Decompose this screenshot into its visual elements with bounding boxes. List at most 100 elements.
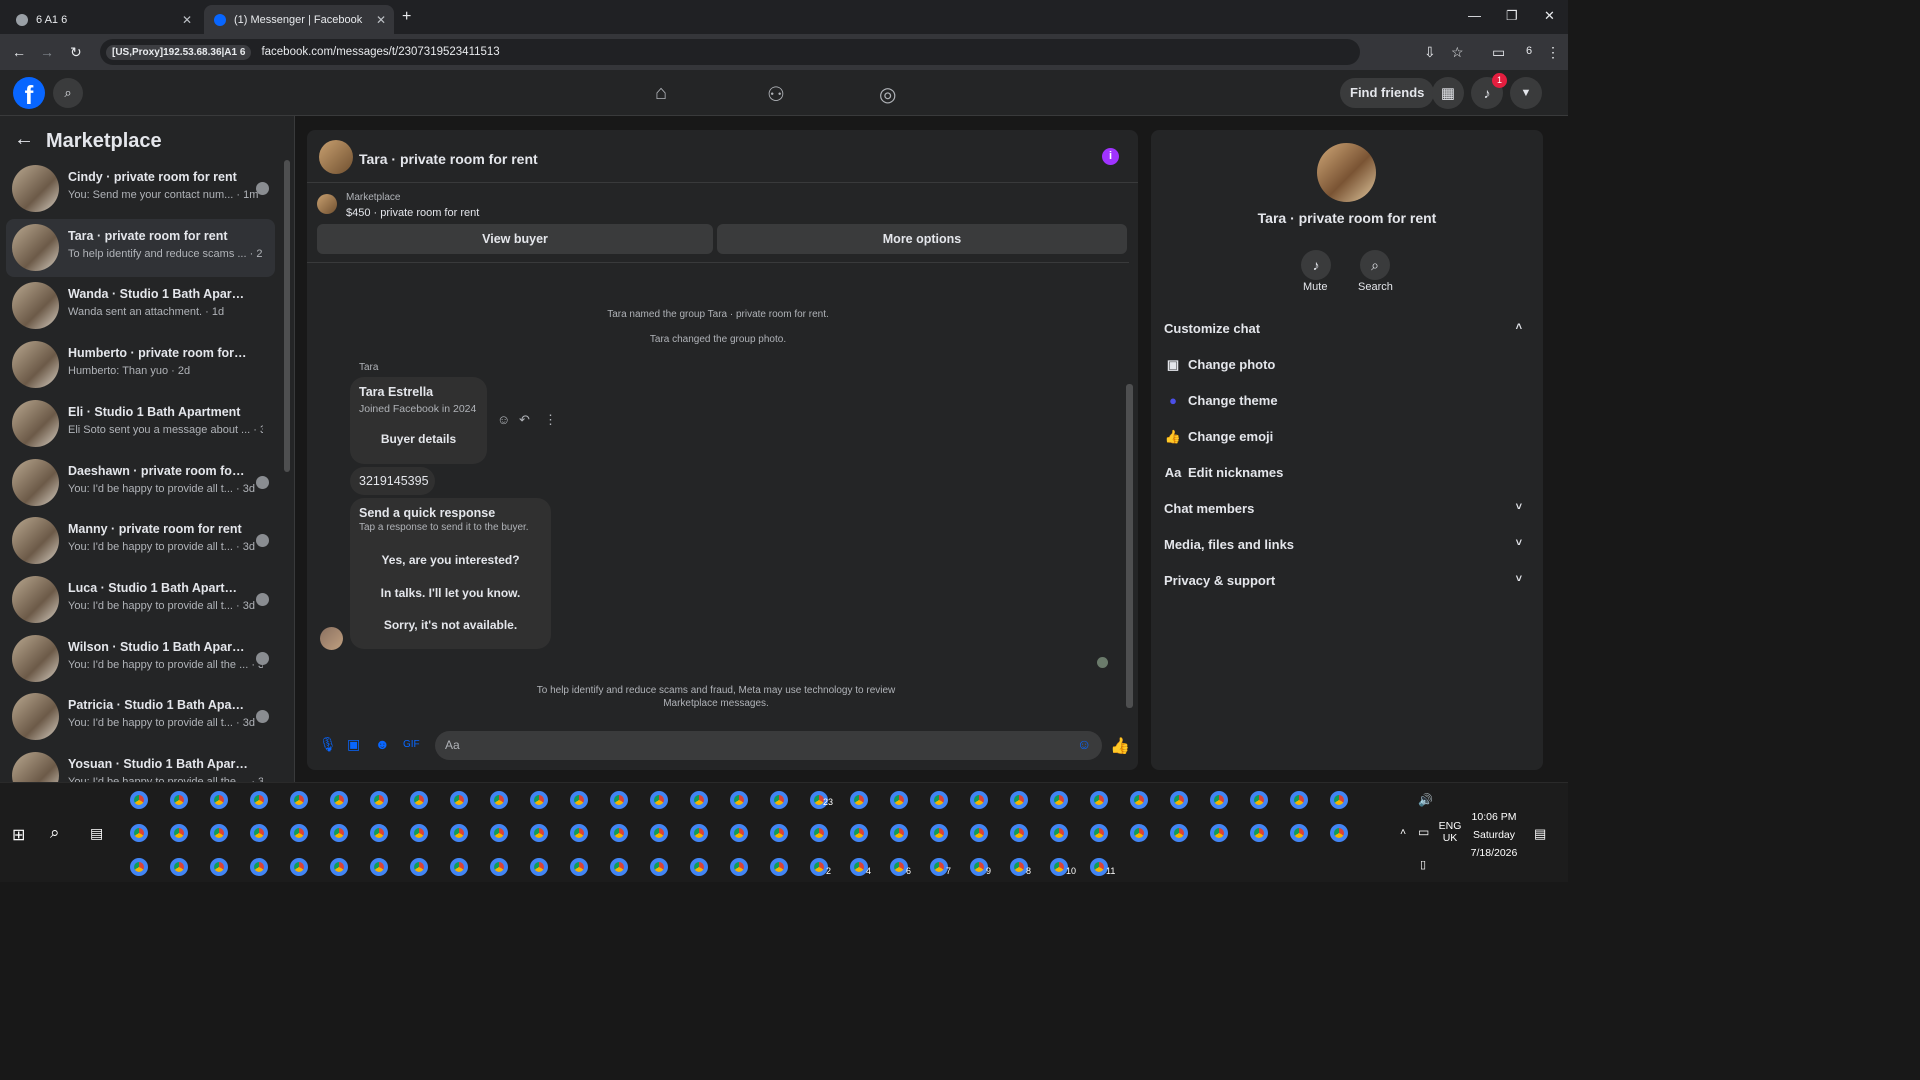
taskbar-app-icon[interactable] — [650, 858, 668, 876]
chat-members-row[interactable]: Chat members ˅ — [1164, 501, 1534, 516]
kebab-menu-icon[interactable]: ⋮ — [1546, 44, 1560, 61]
taskbar-app-icon[interactable] — [210, 791, 228, 809]
taskbar-app-icon[interactable] — [610, 824, 628, 842]
taskbar-app-icon[interactable] — [410, 824, 428, 842]
taskbar-app-icon[interactable] — [1290, 791, 1308, 809]
taskbar-app-icon[interactable] — [1330, 791, 1348, 809]
sidebar-scrollbar[interactable] — [284, 160, 290, 472]
taskbar-app-icon[interactable] — [770, 824, 788, 842]
taskbar-app-icon[interactable] — [330, 791, 348, 809]
taskbar-app-icon[interactable] — [370, 791, 388, 809]
taskbar-app-icon[interactable] — [770, 791, 788, 809]
back-arrow-icon[interactable]: ← — [14, 128, 34, 151]
privacy-support-row[interactable]: Privacy & support ˅ — [1164, 573, 1534, 588]
conversation-item[interactable]: Daeshawn · private room for r... You: I'd… — [6, 454, 275, 512]
taskbar-app-icon[interactable] — [370, 858, 388, 876]
account-chevron-icon[interactable]: ▼ — [1510, 77, 1542, 109]
task-view-icon[interactable]: ▤ — [90, 825, 103, 842]
browser-tab-1[interactable]: 6 A1 6 ✕ — [6, 5, 200, 34]
taskbar-app-icon[interactable] — [770, 858, 788, 876]
taskbar-app-icon[interactable] — [450, 824, 468, 842]
taskbar-app-icon[interactable] — [650, 824, 668, 842]
taskbar-app-icon[interactable] — [250, 791, 268, 809]
close-tab-icon[interactable]: ✕ — [182, 13, 192, 27]
taskbar-app-icon[interactable] — [1330, 824, 1348, 842]
taskbar-app-icon[interactable] — [610, 791, 628, 809]
taskbar-app-icon[interactable] — [1050, 824, 1068, 842]
notification-center-icon[interactable]: ▤ — [1534, 826, 1546, 842]
taskbar-app-icon[interactable] — [210, 858, 228, 876]
customize-chat-row[interactable]: Customize chat ˄ — [1164, 321, 1534, 336]
taskbar-app-icon[interactable] — [130, 858, 148, 876]
taskbar-app-icon[interactable] — [290, 858, 308, 876]
browser-tab-2[interactable]: (1) Messenger | Facebook ✕ — [204, 5, 394, 34]
message-scrollbar[interactable] — [1126, 384, 1133, 708]
windows-start-icon[interactable]: ⊞ — [12, 825, 25, 845]
taskbar-app-icon[interactable] — [810, 824, 828, 842]
minimize-icon[interactable]: — — [1468, 8, 1481, 23]
emoji-icon[interactable]: ☺ — [1077, 736, 1091, 752]
omnibox[interactable]: [US,Proxy]192.53.68.36|A1 6 facebook.com… — [100, 39, 1360, 65]
taskbar-app-icon[interactable] — [1210, 791, 1228, 809]
taskbar-app-icon[interactable] — [1010, 824, 1028, 842]
taskbar-app-icon[interactable] — [650, 791, 668, 809]
more-actions-icon[interactable]: ⋮ — [544, 412, 557, 428]
mute-bell-icon[interactable]: ♪ — [1301, 250, 1331, 280]
taskbar-app-icon[interactable] — [1250, 824, 1268, 842]
taskbar-app-icon[interactable] — [890, 791, 908, 809]
react-emoji-icon[interactable]: ☺ — [497, 412, 510, 427]
taskbar-app-icon[interactable] — [130, 824, 148, 842]
conversation-item[interactable]: Yosuan · Studio 1 Bath ApartmentYou: I'd… — [6, 747, 275, 782]
taskbar-app-icon[interactable] — [930, 824, 948, 842]
side-panel-icon[interactable]: ▭ — [1492, 44, 1505, 61]
bookmark-star-icon[interactable]: ☆ — [1451, 44, 1464, 61]
taskbar-app-icon[interactable] — [530, 824, 548, 842]
taskbar-app-icon[interactable] — [1250, 791, 1268, 809]
taskbar-app-icon[interactable] — [490, 824, 508, 842]
taskbar-app-icon[interactable] — [850, 824, 868, 842]
taskbar-app-icon[interactable] — [410, 858, 428, 876]
taskbar-app-icon[interactable] — [730, 791, 748, 809]
restore-icon[interactable]: ❐ — [1506, 8, 1518, 24]
quick-response-option[interactable]: Yes, are you interested? — [350, 553, 551, 567]
taskbar-app-icon[interactable] — [210, 824, 228, 842]
home-icon[interactable]: ⌂ — [655, 82, 667, 105]
taskbar-app-icon[interactable] — [530, 858, 548, 876]
groups-icon[interactable]: ◎ — [879, 82, 896, 107]
clock[interactable]: 10:06 PM Saturday 7/18/2026 — [1466, 808, 1522, 862]
taskbar-app-icon[interactable] — [1090, 824, 1108, 842]
tray-device-icon[interactable]: ▯ — [1420, 858, 1426, 871]
taskbar-app-icon[interactable] — [1050, 791, 1068, 809]
view-buyer-button[interactable]: View buyer — [317, 224, 713, 254]
taskbar-app-icon[interactable] — [250, 858, 268, 876]
taskbar-app-icon[interactable] — [130, 791, 148, 809]
taskbar-app-icon[interactable] — [570, 824, 588, 842]
taskbar-app-icon[interactable] — [1210, 824, 1228, 842]
conversation-item[interactable]: Wanda · Studio 1 Bath Apartment Wanda sen… — [6, 277, 275, 335]
taskbar-app-icon[interactable] — [370, 824, 388, 842]
sticker-icon[interactable]: ☻ — [375, 736, 390, 752]
taskbar-app-icon[interactable] — [490, 858, 508, 876]
conversation-item[interactable]: Patricia · Studio 1 Bath Apart... You: I'… — [6, 688, 275, 746]
change-photo-row[interactable]: ▣ Change photo — [1164, 357, 1534, 373]
taskbar-app-icon[interactable] — [930, 791, 948, 809]
chat-title[interactable]: Tara · private room for rent — [359, 151, 538, 167]
back-arrow-icon[interactable]: ← — [12, 44, 26, 60]
quick-response-option[interactable]: Sorry, it's not available. — [350, 618, 551, 632]
site-info-chip[interactable]: [US,Proxy]192.53.68.36|A1 6 — [106, 44, 252, 60]
search-label[interactable]: Search — [1358, 281, 1393, 293]
taskbar-app-icon[interactable] — [170, 858, 188, 876]
taskbar-app-icon[interactable] — [690, 791, 708, 809]
media-files-links-row[interactable]: Media, files and links ˅ — [1164, 537, 1534, 552]
quick-response-option[interactable]: In talks. I'll let you know. — [350, 586, 551, 600]
forward-arrow-icon[interactable]: → — [40, 44, 54, 60]
taskbar-app-icon[interactable] — [610, 858, 628, 876]
photo-icon[interactable]: ▣ — [347, 736, 360, 753]
taskbar-app-icon[interactable] — [330, 858, 348, 876]
taskbar-app-icon[interactable] — [570, 791, 588, 809]
info-icon[interactable]: i — [1102, 148, 1119, 165]
thumbs-up-icon[interactable]: 👍 — [1110, 736, 1130, 756]
language-indicator[interactable]: ENG UK — [1438, 820, 1462, 844]
conversation-item[interactable]: Luca · Studio 1 Bath Apartment You: I'd b… — [6, 571, 275, 629]
close-window-icon[interactable]: ✕ — [1544, 8, 1555, 24]
